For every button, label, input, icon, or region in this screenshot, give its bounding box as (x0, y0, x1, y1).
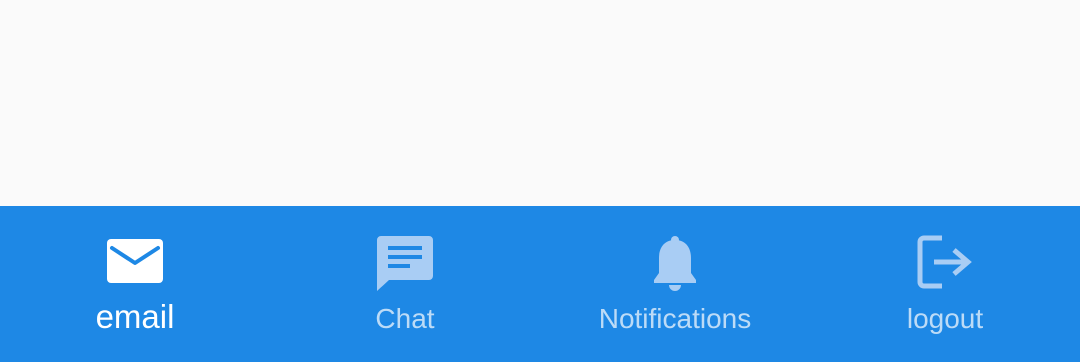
nav-item-logout[interactable]: logout (810, 206, 1080, 362)
nav-item-notifications[interactable]: Notifications (540, 206, 810, 362)
nav-label-email: email (95, 298, 175, 335)
logout-icon (917, 235, 972, 289)
nav-item-email[interactable]: email (0, 206, 270, 362)
bottom-navigation-bar: email Chat Notifications logout (0, 206, 1080, 362)
nav-label-logout: logout (906, 303, 984, 334)
nav-label-chat: Chat (375, 303, 435, 334)
nav-label-notifications: Notifications (598, 303, 752, 334)
bell-icon (654, 236, 696, 291)
email-icon (107, 239, 163, 283)
content-area (0, 0, 1080, 206)
chat-icon (377, 236, 433, 291)
nav-item-chat[interactable]: Chat (270, 206, 540, 362)
